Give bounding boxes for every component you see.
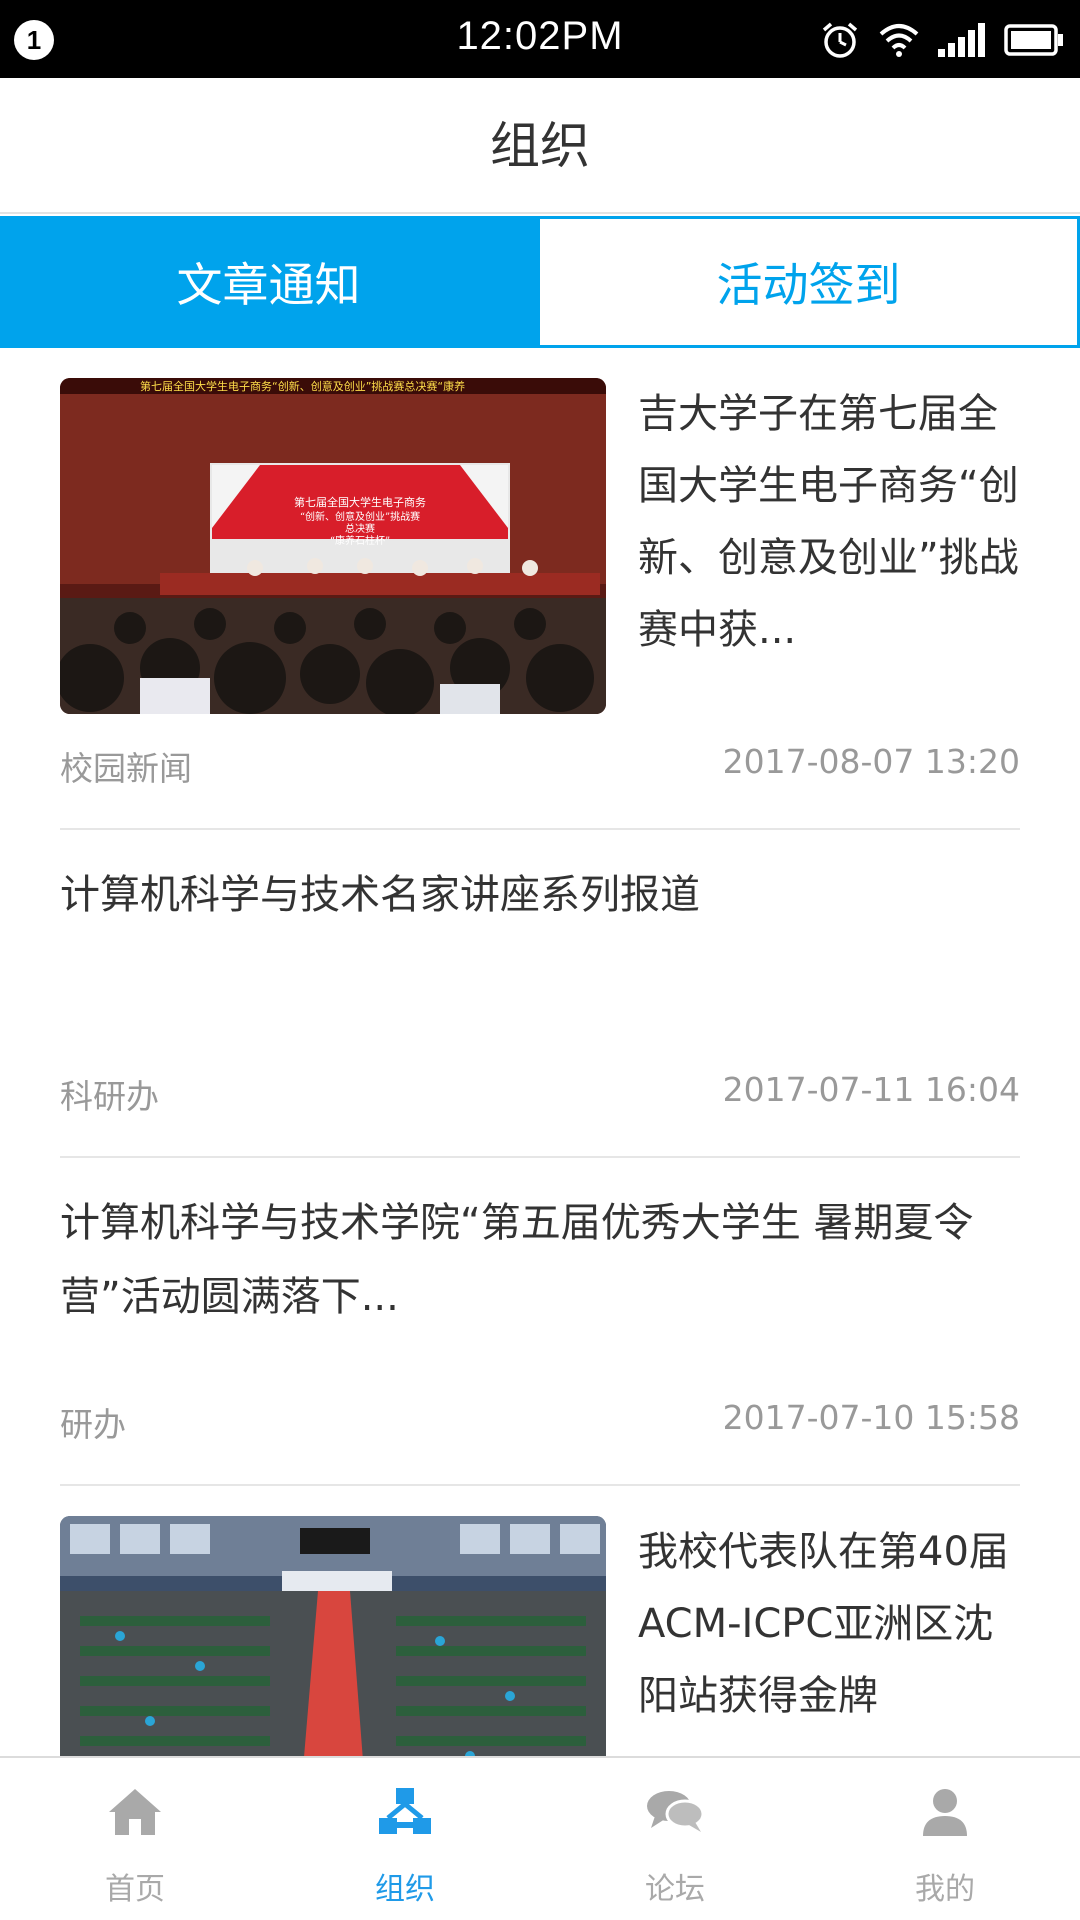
nav-label: 组织 <box>375 1872 435 1907</box>
tab-activity-checkin[interactable]: 活动签到 <box>537 216 1080 348</box>
nav-item-forum[interactable]: 论坛 <box>540 1758 810 1920</box>
bottom-nav: 首页 组织 论坛 我的 <box>0 1756 1080 1920</box>
list-item[interactable]: 计算机科学与技术名家讲座系列报道 科研办 2017-07-11 16:04 <box>60 830 1020 1158</box>
screen-line-2: “创新、创意及创业”挑战赛 <box>300 510 420 523</box>
tab-article-notices[interactable]: 文章通知 <box>0 216 537 348</box>
screen-line-4: “康养石柱杯” <box>330 534 390 547</box>
page-header: 组织 <box>0 78 1080 214</box>
nav-label: 首页 <box>105 1872 165 1907</box>
article-source: 科研办 <box>60 1077 159 1116</box>
article-date: 2017-07-11 16:04 <box>722 1070 1020 1109</box>
nav-label: 论坛 <box>645 1872 705 1907</box>
wifi-icon <box>878 22 920 58</box>
article-list: 第七届全国大学生电子商务“创新、创意及创业”挑战赛总决赛“康养 第七届全国大学生… <box>0 348 1080 1756</box>
nav-item-profile[interactable]: 我的 <box>810 1758 1080 1920</box>
list-item[interactable]: 计算机科学与技术学院“第五届优秀大学生 暑期夏令营”活动圆满落下... 研办 2… <box>60 1158 1020 1486</box>
profile-icon <box>913 1780 977 1844</box>
article-title: 我校代表队在第40届ACM-ICPC亚洲区沈阳站获得金牌 <box>638 1529 1009 1719</box>
page-title: 组织 <box>490 117 590 175</box>
list-item[interactable]: 第七届全国大学生电子商务“创新、创意及创业”挑战赛总决赛“康养 第七届全国大学生… <box>60 348 1020 830</box>
battery-icon <box>1004 24 1064 56</box>
banner-text: 第七届全国大学生电子商务“创新、创意及创业”挑战赛总决赛“康养 <box>140 379 465 393</box>
article-source: 研办 <box>60 1405 126 1444</box>
status-bar: 1 12:02PM <box>0 0 1080 78</box>
signal-icon <box>938 23 986 57</box>
nav-item-home[interactable]: 首页 <box>0 1758 270 1920</box>
screen-line-3: 总决赛 <box>345 522 375 535</box>
screen-line-1: 第七届全国大学生电子商务 <box>294 495 426 509</box>
article-thumbnail <box>60 1516 606 1756</box>
list-item[interactable]: 我校代表队在第40届ACM-ICPC亚洲区沈阳站获得金牌 <box>60 1486 1020 1756</box>
nav-label: 我的 <box>915 1872 975 1907</box>
alarm-icon <box>820 20 860 60</box>
forum-icon <box>643 1780 707 1844</box>
article-meta: 研办 2017-07-10 15:58 <box>60 1398 1020 1446</box>
article-date: 2017-08-07 13:20 <box>722 742 1020 781</box>
organization-icon <box>373 1780 437 1844</box>
article-title: 吉大学子在第七届全国大学生电子商务“创新、创意及创业”挑战赛中获... <box>638 391 1019 653</box>
article-source: 校园新闻 <box>60 749 192 788</box>
article-thumbnail: 第七届全国大学生电子商务“创新、创意及创业”挑战赛总决赛“康养 第七届全国大学生… <box>60 378 606 714</box>
article-date: 2017-07-10 15:58 <box>722 1398 1020 1437</box>
home-icon <box>103 1780 167 1844</box>
article-meta: 校园新闻 2017-08-07 13:20 <box>60 742 1020 790</box>
article-meta: 科研办 2017-07-11 16:04 <box>60 1070 1020 1118</box>
article-title: 计算机科学与技术学院“第五届优秀大学生 暑期夏令营”活动圆满落下... <box>60 1200 974 1320</box>
article-title: 计算机科学与技术名家讲座系列报道 <box>60 872 700 918</box>
nav-item-organization[interactable]: 组织 <box>270 1758 540 1920</box>
tab-bar: 文章通知 活动签到 <box>0 216 1080 348</box>
status-icons <box>820 18 1064 62</box>
